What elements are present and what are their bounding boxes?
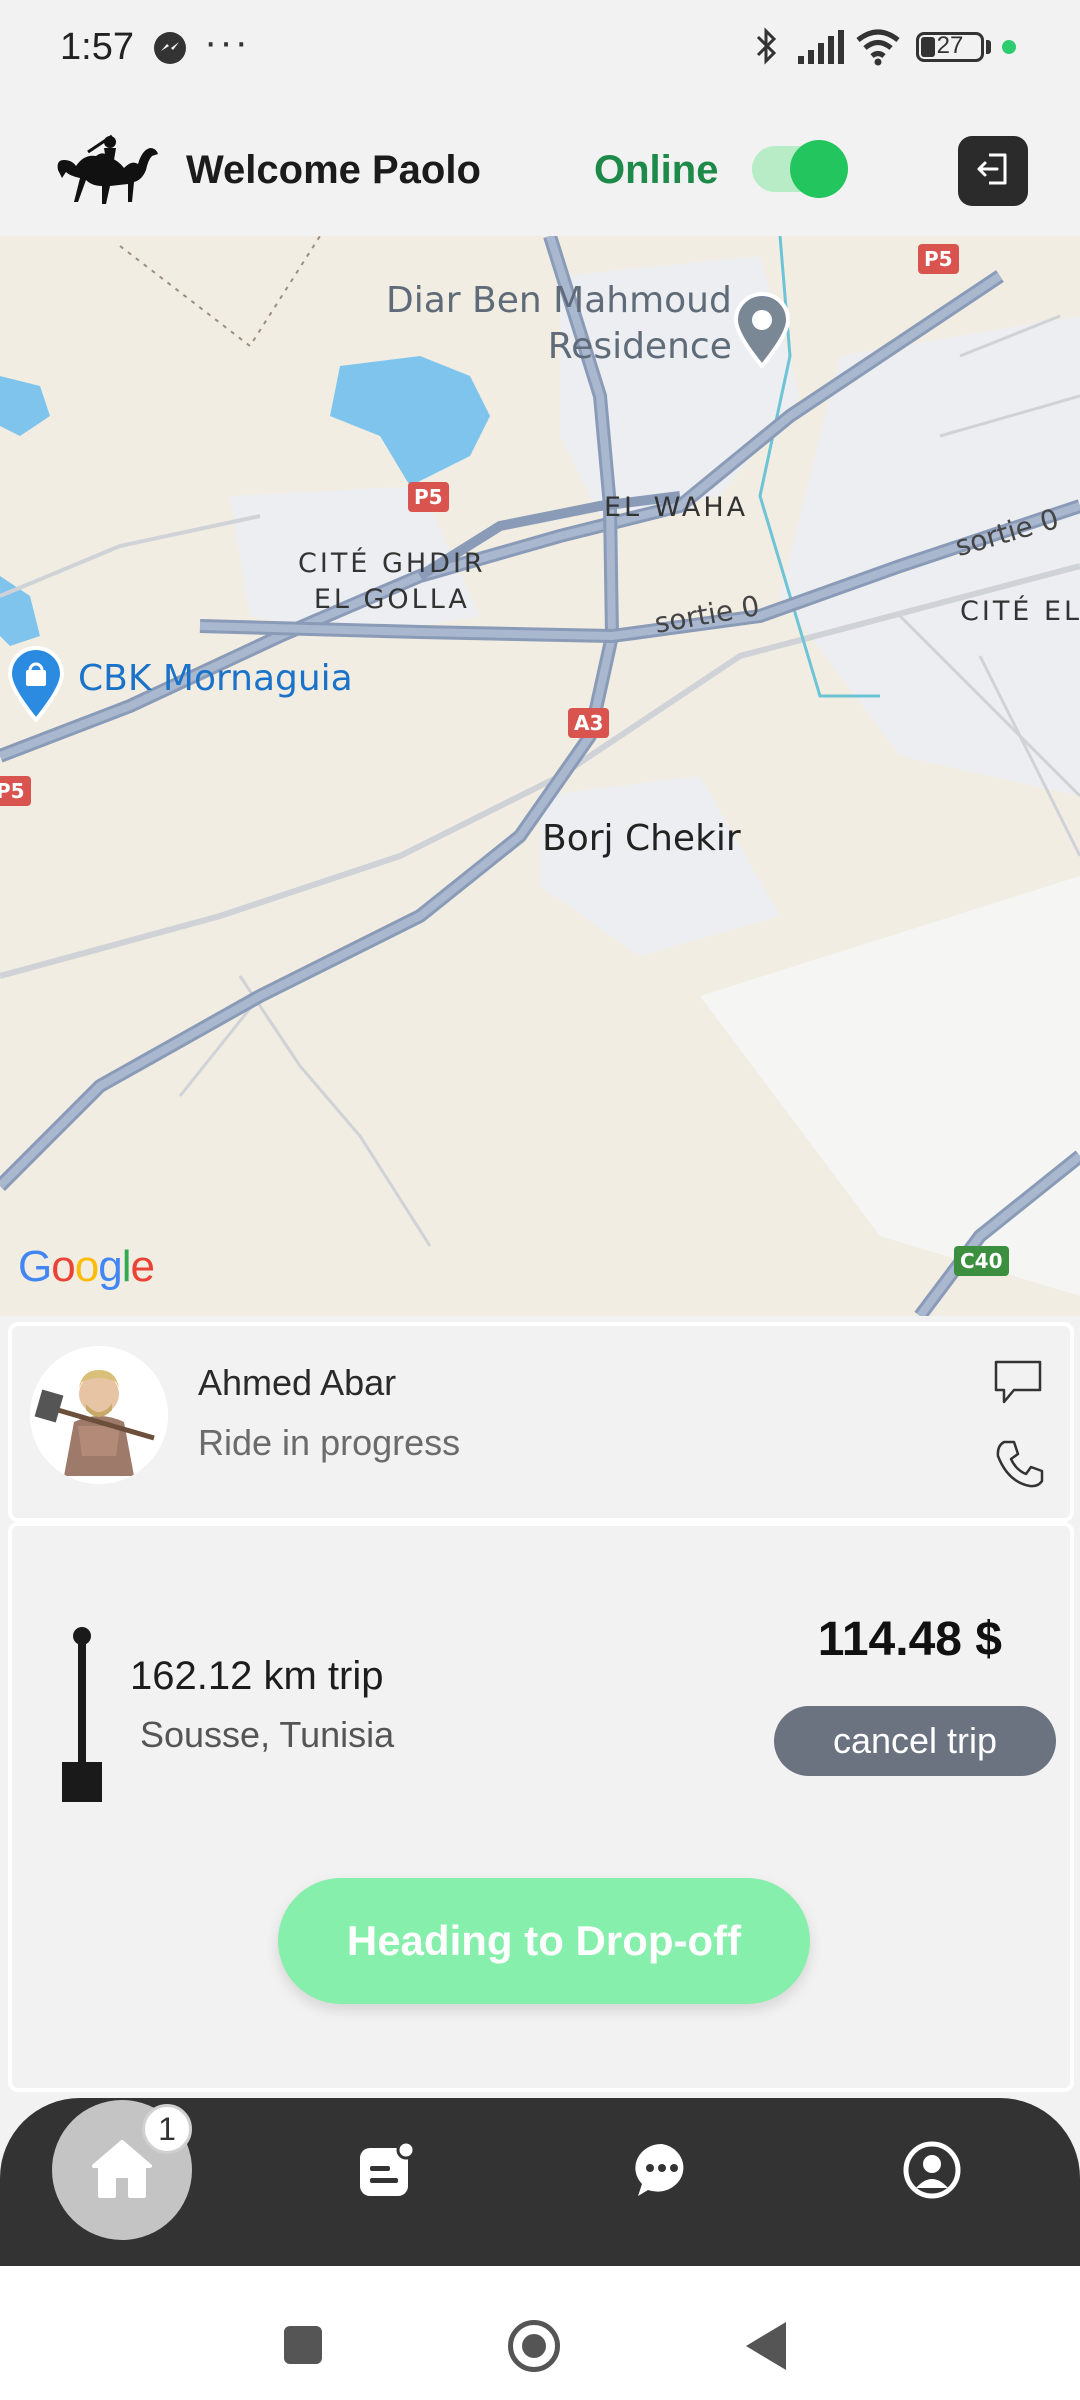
heading-to-dropoff-button[interactable]: Heading to Drop-off (278, 1878, 810, 2004)
nav-orders-button[interactable] (354, 2140, 418, 2204)
battery-tip (986, 40, 991, 54)
message-rider-button[interactable] (992, 1358, 1044, 1411)
status-time: 1:57 (60, 26, 134, 68)
online-toggle[interactable] (752, 140, 848, 198)
recent-apps-button[interactable] (284, 2326, 322, 2364)
battery-level: 27 (936, 32, 964, 59)
road-badge-p5: P5 (918, 244, 959, 274)
road-badge-c40: C40 (954, 1246, 1009, 1276)
ride-status: Ride in progress (198, 1422, 461, 1463)
chat-bubble-icon (994, 1360, 1042, 1404)
orders-icon (356, 2140, 416, 2205)
logout-icon (973, 149, 1013, 194)
online-status-label: Online (594, 148, 719, 192)
welcome-title: Welcome Paolo (186, 148, 481, 192)
map-label-cite-ghdir-line1: CITÉ GHDIR (298, 548, 486, 579)
map-label-diar: Diar Ben Mahmoud Residence (386, 278, 732, 370)
map-label-cite-el: CITÉ EL (960, 596, 1080, 627)
messenger-icon (152, 30, 188, 71)
more-notifications-icon: ··· (204, 20, 250, 64)
map-label-cbk[interactable]: CBK Mornaguia (78, 658, 353, 699)
map-label-diar-line1: Diar Ben Mahmoud (386, 280, 732, 321)
trip-distance: 162.12 km trip (130, 1654, 384, 1698)
map-label-el-waha: EL WAHA (604, 492, 749, 523)
nav-chat-button[interactable] (630, 2140, 694, 2204)
call-rider-button[interactable] (994, 1438, 1046, 1495)
privacy-indicator-dot (1002, 40, 1016, 54)
road-badge-p5: P5 (408, 482, 449, 512)
app-header: Welcome Paolo Online (0, 100, 1080, 236)
home-notification-badge: 1 (142, 2104, 192, 2154)
signal-icon (796, 30, 846, 71)
logout-button[interactable] (958, 136, 1028, 206)
system-home-button[interactable] (508, 2320, 560, 2372)
map-label-cite-ghdir: CITÉ GHDIR EL GOLLA (298, 546, 486, 618)
map-label-borj-chekir: Borj Chekir (542, 818, 741, 859)
cancel-trip-button[interactable]: cancel trip (774, 1706, 1056, 1776)
road-badge-a3: A3 (568, 708, 610, 738)
bluetooth-icon (752, 26, 782, 71)
chat-icon (632, 2140, 692, 2205)
battery-icon: 27 (916, 32, 984, 62)
online-toggle-knob (790, 140, 848, 198)
nav-profile-button[interactable] (900, 2140, 964, 2204)
google-attribution-logo: Google (18, 1242, 155, 1291)
back-button[interactable] (746, 2322, 786, 2370)
system-navigation-bar (0, 2266, 1080, 2400)
map-label-diar-line2: Residence (547, 326, 732, 367)
route-graphic-icon (60, 1626, 104, 1811)
profile-icon (902, 2140, 962, 2205)
status-bar: 1:57 ··· 27 (0, 0, 1080, 100)
map-view[interactable]: Diar Ben Mahmoud Residence EL WAHA CITÉ … (0, 236, 1080, 1316)
phone-icon (996, 1440, 1044, 1488)
camel-logo-icon (52, 130, 162, 215)
road-badge-p5: P5 (0, 776, 31, 806)
trip-price: 114.48 $ (817, 1613, 1002, 1666)
wifi-icon (854, 28, 902, 71)
rider-avatar (30, 1346, 168, 1484)
trip-destination: Sousse, Tunisia (140, 1714, 395, 1755)
trip-card: 162.12 km trip Sousse, Tunisia 114.48 $ … (8, 1522, 1074, 2092)
rider-card: Ahmed Abar Ride in progress (8, 1322, 1074, 1522)
rider-name: Ahmed Abar (198, 1362, 397, 1403)
home-icon (88, 2136, 156, 2205)
map-label-cite-ghdir-line2: EL GOLLA (313, 584, 470, 615)
